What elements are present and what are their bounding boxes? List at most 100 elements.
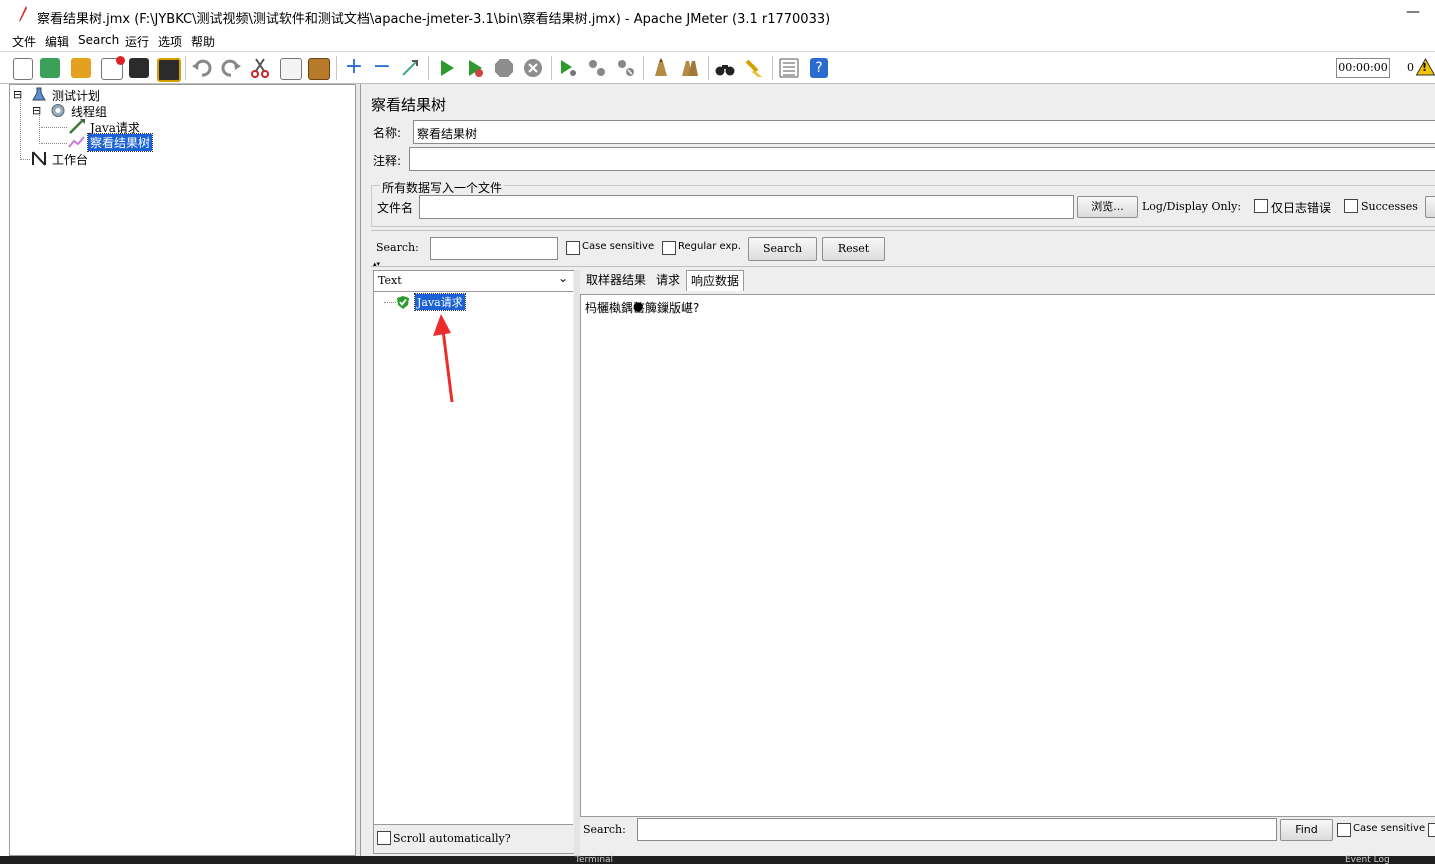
search-button[interactable]: Search (748, 237, 817, 261)
tab-request[interactable]: 请求 (652, 270, 684, 290)
scroll-auto-checkbox[interactable] (377, 831, 391, 845)
result-detail-panel: 取样器结果 请求 响应数据 杩欐槸鍝嶅簲鏁版嵁? ● Search: Find … (580, 270, 1435, 852)
menu-run[interactable]: 运行 (125, 33, 149, 50)
results-list-panel: Text ⌄ Java请求 Scroll automatically? (373, 270, 576, 854)
redo-icon[interactable] (221, 58, 241, 78)
menu-search[interactable]: Search (78, 33, 119, 47)
test-plan-icon (32, 87, 46, 101)
tree-expander[interactable]: ⊟ (32, 104, 41, 117)
reset-button[interactable]: Reset (822, 237, 885, 261)
menu-help[interactable]: 帮助 (191, 33, 215, 50)
tree-item-view-results-tree[interactable]: 察看结果树 (86, 133, 154, 152)
warning-glyph: ! (1422, 61, 1428, 74)
tree-item-workbench[interactable]: 工作台 (52, 151, 88, 168)
renderer-select[interactable]: Text ⌄ (374, 271, 573, 292)
case-sensitive-checkbox[interactable] (566, 241, 580, 255)
save-icon[interactable] (129, 58, 149, 78)
stop-icon[interactable] (494, 58, 514, 78)
expand-icon[interactable]: + (344, 56, 364, 78)
workbench-icon (32, 151, 46, 166)
remote-start-icon[interactable] (558, 58, 578, 78)
help-icon[interactable]: ? (810, 58, 828, 78)
title-bar: 察看结果树.jmx (F:\JYBKC\测试视频\测试软件和测试文档\apach… (0, 0, 1435, 32)
menu-file[interactable]: 文件 (12, 33, 36, 50)
terminal-tab[interactable]: Terminal (575, 856, 613, 865)
file-section-title: 所有数据写入一个文件 (380, 179, 505, 196)
tree-item-test-plan[interactable]: 测试计划 (52, 87, 100, 104)
gear-icon (51, 104, 65, 117)
open-icon[interactable] (71, 58, 91, 78)
new-icon[interactable] (13, 58, 33, 80)
comment-field[interactable] (409, 147, 1435, 171)
close-file-icon[interactable] (101, 56, 125, 80)
jmeter-feather-icon (19, 6, 27, 22)
successes-label: Successes (1361, 200, 1418, 213)
bottom-search-label: Search: (583, 823, 626, 836)
filename-field[interactable] (419, 195, 1074, 219)
menu-edit[interactable]: 编辑 (45, 33, 69, 50)
configure-button[interactable] (1425, 196, 1435, 218)
view-results-tree-panel: 察看结果树 名称: 察看结果树 注释: 所有数据写入一个文件 文件名 浏览...… (360, 84, 1435, 856)
templates-icon[interactable] (40, 58, 60, 78)
results-tree: Java请求 (374, 292, 573, 825)
chevron-down-icon: ⌄ (558, 271, 569, 285)
start-no-pauses-icon[interactable] (465, 58, 485, 78)
regex-checkbox[interactable] (662, 241, 676, 255)
find-button[interactable]: Find (1280, 819, 1333, 841)
toggle-icon[interactable] (400, 58, 420, 78)
save-as-icon[interactable] (157, 58, 181, 82)
remote-shutdown-icon[interactable] (616, 58, 636, 78)
collapse-icon[interactable]: − (372, 56, 392, 78)
result-item-java-request[interactable]: Java请求 (414, 293, 466, 311)
annotation-arrow (433, 314, 454, 403)
name-label: 名称: (373, 126, 402, 140)
reset-search-icon[interactable] (744, 58, 764, 78)
tree-expander[interactable]: ⊟ (13, 88, 22, 101)
search-label: Search: (376, 241, 419, 254)
errors-only-label: 仅日志错误 (1271, 201, 1332, 215)
case-sensitive-label: Case sensitive (582, 241, 655, 252)
clear-all-icon[interactable] (680, 58, 700, 78)
comment-label: 注释: (373, 154, 402, 168)
panel-title: 察看结果树 (371, 96, 447, 114)
remote-stop-icon[interactable] (587, 58, 607, 78)
listener-graph-icon (68, 136, 85, 148)
menu-options[interactable]: 选项 (158, 33, 182, 50)
event-log-tab[interactable]: Event Log (1345, 856, 1390, 865)
response-dot: ● (633, 299, 644, 313)
undo-icon[interactable] (192, 58, 212, 78)
regex-label: Regular exp. (678, 241, 741, 252)
ide-taskbar: Terminal Event Log (0, 856, 1435, 865)
window-title: 察看结果树.jmx (F:\JYBKC\测试视频\测试软件和测试文档\apach… (37, 12, 831, 27)
bottom-case-sensitive-checkbox[interactable] (1337, 823, 1351, 837)
bottom-search-input[interactable] (637, 818, 1277, 841)
test-plan-tree: ⊟ 测试计划 ⊟ 线程组 Java请求 察看结果树 工作台 (9, 84, 356, 856)
bottom-case-sensitive-label: Case sensitive (1353, 823, 1426, 834)
function-helper-icon[interactable] (779, 58, 799, 78)
success-shield-icon (397, 296, 409, 309)
browse-button[interactable]: 浏览... (1077, 196, 1138, 218)
split-arrows-icon[interactable]: ▴▾ (373, 261, 380, 268)
tab-response-data[interactable]: 响应数据 (686, 270, 745, 291)
cut-icon[interactable] (250, 58, 270, 78)
error-count: 0 (1407, 61, 1414, 74)
response-text-area[interactable]: 杩欐槸鍝嶅簲鏁版嵁? ● (580, 294, 1435, 817)
sampler-icon (69, 119, 85, 134)
search-binoculars-icon[interactable] (715, 58, 735, 78)
copy-icon[interactable] (280, 58, 302, 80)
bottom-regex-checkbox[interactable] (1428, 823, 1435, 837)
successes-checkbox[interactable] (1344, 199, 1358, 213)
errors-only-checkbox[interactable] (1254, 199, 1268, 213)
name-field[interactable]: 察看结果树 (413, 120, 1435, 144)
filename-label: 文件名 (377, 201, 414, 215)
start-icon[interactable] (437, 58, 457, 78)
log-display-label: Log/Display Only: (1142, 200, 1242, 213)
paste-icon[interactable] (308, 58, 330, 80)
elapsed-timer: 00:00:00 (1336, 58, 1390, 78)
tab-sampler-result[interactable]: 取样器结果 (582, 270, 650, 290)
shutdown-icon[interactable] (523, 58, 543, 78)
minimize-button[interactable]: — (1406, 4, 1420, 20)
toolbar: + − ? 00:00:00 0 ! (0, 51, 1435, 84)
search-input[interactable] (430, 237, 558, 260)
clear-icon[interactable] (651, 58, 671, 78)
